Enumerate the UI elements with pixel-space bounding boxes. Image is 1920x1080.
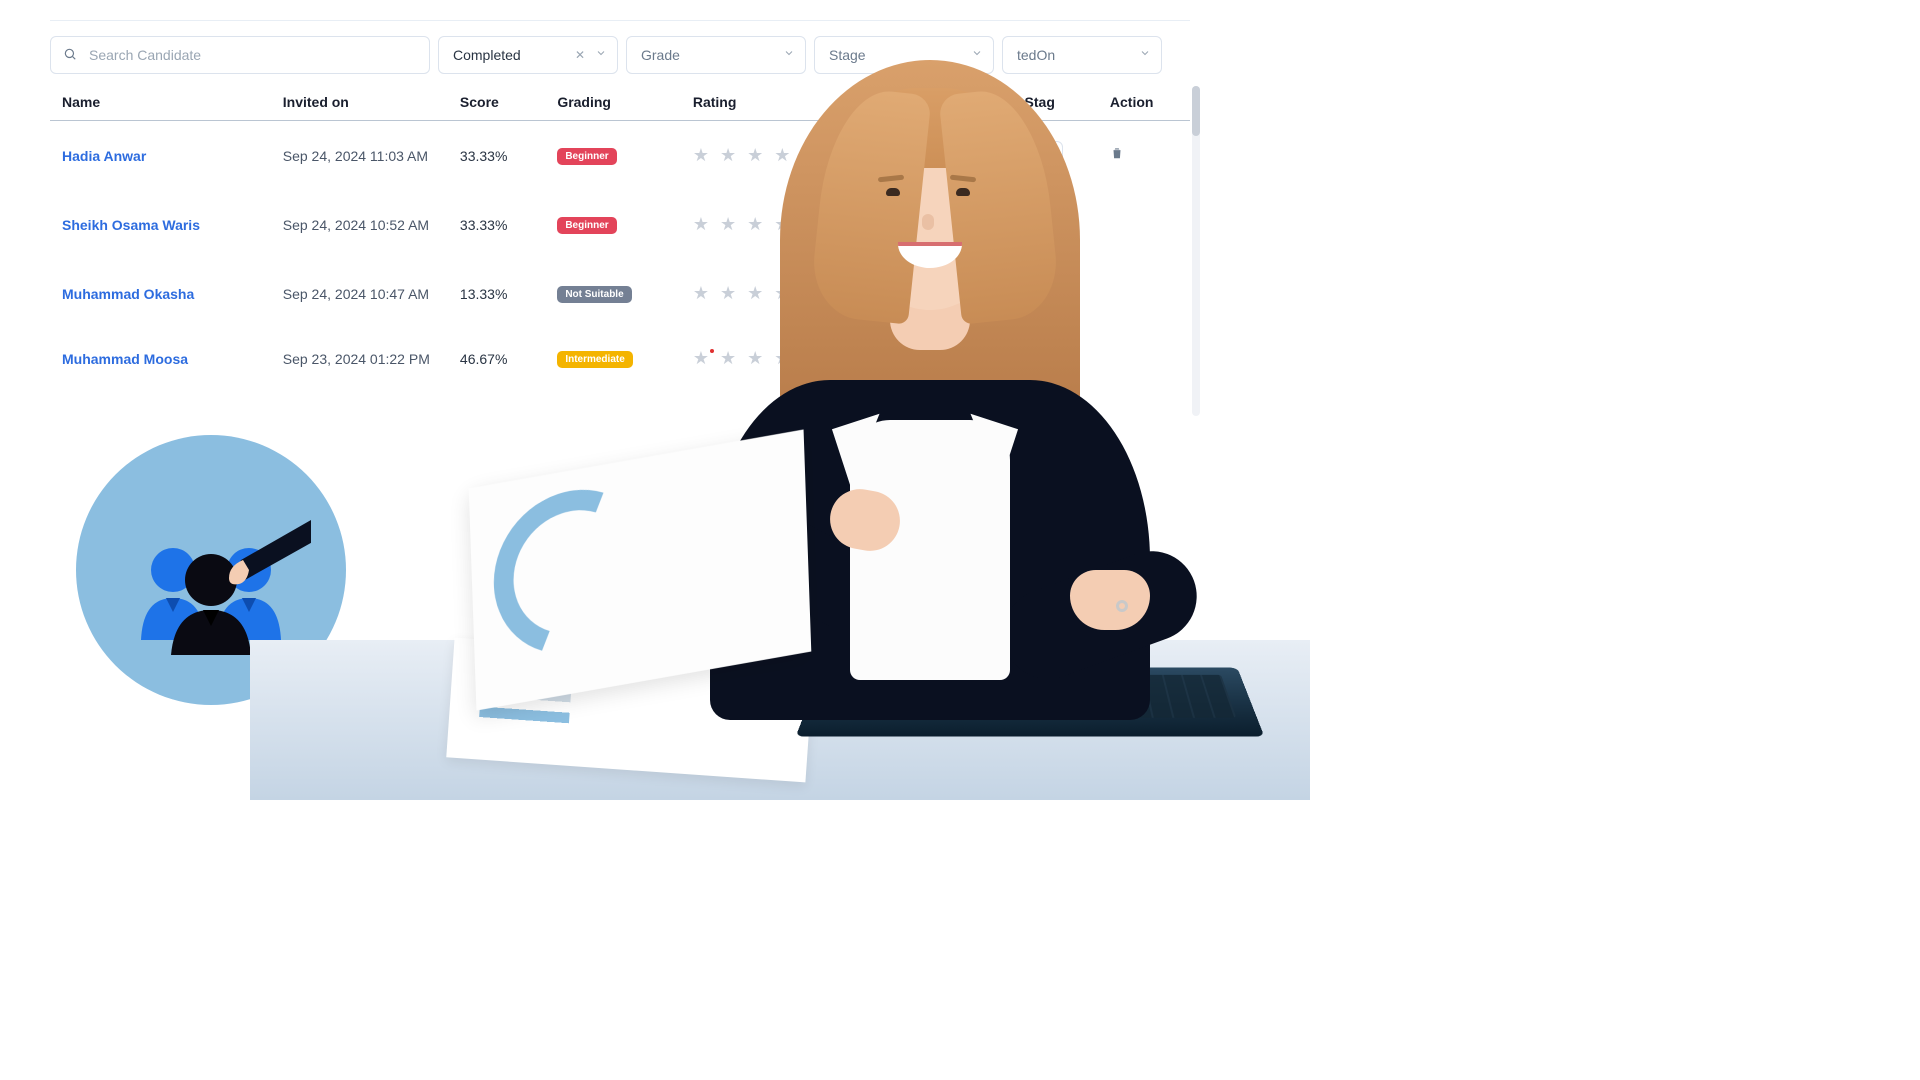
score-cell: 13.33% [448,259,545,328]
score-cell: 33.33% [448,121,545,191]
score-cell: 46.67% [448,328,545,389]
table-row: Muhammad Moosa Sep 23, 2024 01:22 PM 46.… [50,328,1190,389]
col-action: Action [1098,84,1190,121]
status-cell: Completed [888,259,1013,328]
score-cell: 33.33% [448,190,545,259]
table-row: Hadia Anwar Sep 24, 2024 11:03 AM 33.33%… [50,121,1190,191]
stage-select[interactable]: Re [1025,210,1064,239]
search-icon [51,47,89,64]
close-icon[interactable]: ✕ [575,48,585,62]
candidates-table: Name Invited on Score Grading Rating Sta… [50,84,1190,389]
filter-bar: Completed ✕ Grade Stage tedOn [50,36,1190,74]
col-status: Status [888,84,1013,121]
grade-filter-placeholder: Grade [641,47,680,63]
invited-on-cell: Sep 24, 2024 10:47 AM [271,259,448,328]
candidate-name-link[interactable]: Muhammad Moosa [62,351,188,367]
grading-badge: Beginner [557,148,616,165]
col-grading: Grading [545,84,681,121]
rating-stars[interactable]: ★ ★ ★ ★ ★ [681,259,888,328]
rating-stars[interactable]: ★ ★ ★ ★ ★ [681,121,888,191]
stage-select[interactable]: No [1025,279,1064,308]
status-filter[interactable]: Completed ✕ [438,36,618,74]
chevron-down-icon [971,46,983,64]
chevron-down-icon [1139,46,1151,64]
indicator-dot [710,349,714,353]
grading-badge: Beginner [557,217,616,234]
status-cell: Comple [888,328,1013,389]
invited-on-cell: Sep 24, 2024 11:03 AM [271,121,448,191]
col-score: Score [448,84,545,121]
table-row: Muhammad Okasha Sep 24, 2024 10:47 AM 13… [50,259,1190,328]
status-cell: Completed [888,121,1013,191]
col-invited: Invited on [271,84,448,121]
invited-on-filter-placeholder: tedOn [1017,47,1055,63]
table-row: Sheikh Osama Waris Sep 24, 2024 10:52 AM… [50,190,1190,259]
status-filter-selected: Completed [453,47,521,63]
table-header-row: Name Invited on Score Grading Rating Sta… [50,84,1190,121]
stage-filter[interactable]: Stage [814,36,994,74]
trash-icon[interactable] [1110,147,1124,164]
rating-stars[interactable]: ★ ★ ★ ★ ★ [681,328,888,389]
invited-on-cell: Sep 24, 2024 10:52 AM [271,190,448,259]
search-input[interactable] [89,37,429,73]
grading-badge: Not Suitable [557,286,631,303]
col-rating: Rating [681,84,888,121]
col-stage: Stag [1013,84,1098,121]
grade-filter[interactable]: Grade [626,36,806,74]
rating-stars[interactable]: ★ ★ ★ ★ ★ [681,190,888,259]
recruitment-illustration [76,435,346,705]
scrollbar-thumb[interactable] [1192,86,1200,136]
candidate-name-link[interactable]: Muhammad Okasha [62,286,194,302]
chevron-down-icon [783,46,795,64]
stage-filter-placeholder: Stage [829,47,866,63]
candidate-name-link[interactable]: Hadia Anwar [62,148,146,164]
candidate-name-link[interactable]: Sheikh Osama Waris [62,217,200,233]
grading-badge: Intermediate [557,351,632,368]
stage-select[interactable]: No [1025,141,1064,170]
vertical-scrollbar[interactable] [1192,86,1200,416]
invited-on-filter[interactable]: tedOn [1002,36,1162,74]
search-box[interactable] [50,36,430,74]
chevron-down-icon [595,46,607,64]
status-cell: Completed [888,190,1013,259]
col-name: Name [50,84,271,121]
invited-on-cell: Sep 23, 2024 01:22 PM [271,328,448,389]
candidate-panel: Completed ✕ Grade Stage tedOn Name Invit… [50,20,1190,389]
